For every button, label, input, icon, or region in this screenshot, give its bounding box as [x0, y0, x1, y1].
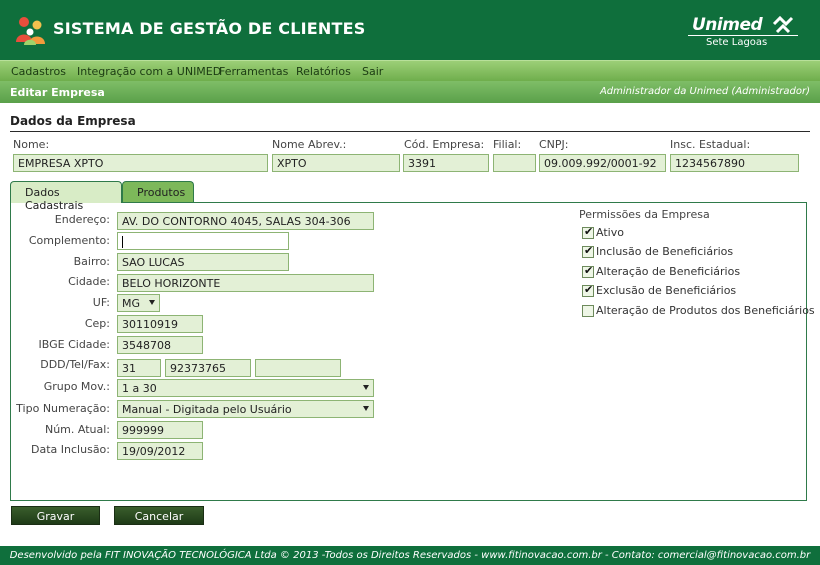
check-icon: ✔	[584, 244, 594, 257]
tipo-numeracao-label: Tipo Numeração:	[16, 402, 110, 415]
tipo-numeracao-select[interactable]: Manual - Digitada pelo Usuário	[117, 400, 374, 418]
permission-checkbox[interactable]	[582, 305, 594, 317]
tel-field[interactable]: 92373765	[165, 359, 251, 377]
cod-empresa-label: Cód. Empresa:	[404, 138, 485, 151]
permission-checkbox[interactable]: ✔	[582, 225, 594, 239]
brand-subtitle: Sete Lagoas	[706, 37, 768, 48]
nome-abrev-label: Nome Abrev.:	[272, 138, 347, 151]
endereco-field[interactable]: AV. DO CONTORNO 4045, SALAS 304-306	[117, 212, 374, 230]
page-title: Editar Empresa	[10, 86, 105, 99]
grupo-mov-label: Grupo Mov.:	[43, 380, 110, 393]
people-logo-icon	[16, 17, 45, 45]
brand-name: Unimed	[692, 15, 763, 35]
main-menu: Cadastros Integração com a UNIMED Ferram…	[0, 60, 820, 81]
nome-label: Nome:	[13, 138, 50, 151]
chevron-down-icon	[363, 385, 369, 390]
permission-checkbox[interactable]: ✔	[582, 264, 594, 278]
permission-label: Ativo	[596, 226, 624, 239]
ibge-label: IBGE Cidade:	[38, 338, 110, 351]
tab-produtos[interactable]: Produtos	[122, 181, 194, 203]
chevron-down-icon	[363, 406, 369, 411]
user-info: Administrador da Unimed (Administrador)	[599, 86, 810, 97]
permissoes-title: Permissões da Empresa	[579, 208, 710, 221]
uf-label: UF:	[92, 296, 110, 309]
tab-dados-cadastrais[interactable]: Dados Cadastrais	[10, 181, 122, 212]
footer: Desenvolvido pela FIT INOVAÇÃO TECNOLÓGI…	[0, 546, 820, 565]
ddd-tel-fax-label: DDD/Tel/Fax:	[40, 358, 110, 371]
permission-label: Exclusão de Beneficiários	[596, 284, 737, 297]
nome-field[interactable]: EMPRESA XPTO	[13, 154, 268, 172]
filial-label: Filial:	[493, 138, 522, 151]
data-inclusao-field[interactable]: 19/09/2012	[117, 442, 203, 460]
menu-item-sair[interactable]: Sair	[362, 65, 383, 78]
bairro-label: Bairro:	[73, 255, 110, 268]
cnpj-label: CNPJ:	[539, 138, 569, 151]
menu-item-cadastros[interactable]: Cadastros	[11, 65, 66, 78]
num-atual-label: Núm. Atual:	[44, 423, 110, 436]
cidade-field[interactable]: BELO HORIZONTE	[117, 274, 374, 292]
grupo-mov-select[interactable]: 1 a 30	[117, 379, 374, 397]
menu-item-relatorios[interactable]: Relatórios	[296, 65, 351, 78]
cnpj-field[interactable]: 09.009.992/0001-92	[539, 154, 666, 172]
menu-item-integracao[interactable]: Integração com a UNIMED	[77, 65, 221, 78]
app-title: SISTEMA DE GESTÃO DE CLIENTES	[53, 19, 366, 38]
unimed-mark-icon	[772, 16, 794, 34]
permission-checkbox[interactable]: ✔	[582, 244, 594, 258]
page-titlebar: Editar Empresa Administrador da Unimed (…	[0, 81, 820, 103]
cod-empresa-field[interactable]: 3391	[403, 154, 489, 172]
permission-label: Inclusão de Beneficiários	[596, 245, 734, 258]
cep-label: Cep:	[84, 317, 110, 330]
check-icon: ✔	[584, 225, 594, 238]
complemento-field[interactable]	[117, 232, 289, 250]
cancel-button[interactable]: Cancelar	[114, 506, 204, 525]
data-inclusao-label: Data Inclusão:	[31, 443, 110, 456]
bairro-field[interactable]: SAO LUCAS	[117, 253, 289, 271]
cidade-label: Cidade:	[68, 275, 110, 288]
nome-abrev-field[interactable]: XPTO	[272, 154, 400, 172]
insc-estadual-field[interactable]: 1234567890	[670, 154, 799, 172]
ibge-field[interactable]: 3548708	[117, 336, 203, 354]
uf-value: MG	[122, 297, 141, 310]
check-icon: ✔	[584, 264, 594, 277]
unimed-logo: Unimed Sete Lagoas	[688, 15, 800, 49]
num-atual-field[interactable]: 999999	[117, 421, 203, 439]
brand-divider	[688, 35, 798, 36]
endereco-label: Endereço:	[54, 213, 110, 226]
tipo-numeracao-value: Manual - Digitada pelo Usuário	[122, 403, 292, 416]
section-divider	[10, 131, 810, 132]
grupo-mov-value: 1 a 30	[122, 382, 157, 395]
fax-field[interactable]	[255, 359, 341, 377]
uf-select[interactable]: MG	[117, 294, 160, 312]
check-icon: ✔	[584, 283, 594, 296]
save-button[interactable]: Gravar	[11, 506, 100, 525]
ddd-field[interactable]: 31	[117, 359, 161, 377]
complemento-label: Complemento:	[28, 234, 110, 247]
permission-label: Alteração de Beneficiários	[596, 265, 741, 278]
chevron-down-icon	[149, 300, 155, 305]
app-header: SISTEMA DE GESTÃO DE CLIENTES Unimed Set…	[0, 0, 820, 60]
insc-estadual-label: Insc. Estadual:	[670, 138, 751, 151]
permission-label: Alteração de Produtos dos Beneficiários	[596, 304, 815, 317]
menu-item-ferramentas[interactable]: Ferramentas	[219, 65, 288, 78]
filial-field[interactable]	[493, 154, 536, 172]
text-cursor	[122, 236, 123, 248]
section-title: Dados da Empresa	[10, 114, 136, 128]
permission-checkbox[interactable]: ✔	[582, 283, 594, 297]
cep-field[interactable]: 30110919	[117, 315, 203, 333]
